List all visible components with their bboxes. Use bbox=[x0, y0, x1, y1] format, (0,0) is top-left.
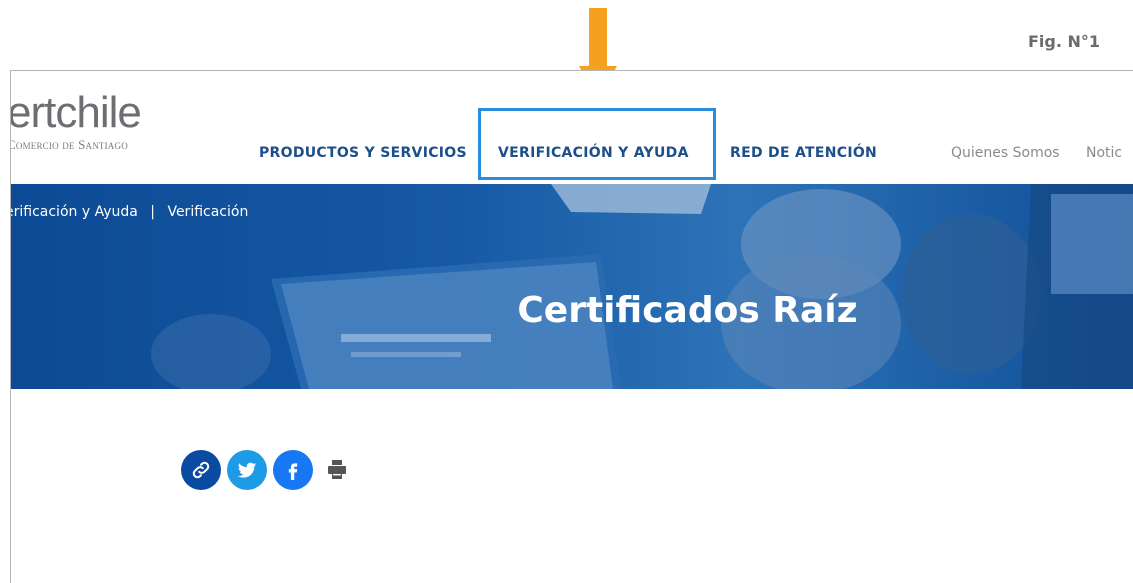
copy-link-button[interactable] bbox=[181, 450, 221, 490]
print-button[interactable] bbox=[319, 450, 355, 490]
site-logo[interactable]: ertchile Comercio de Santiago bbox=[10, 88, 142, 153]
breadcrumb-item-current: Verificación bbox=[167, 204, 249, 220]
website-screenshot: ertchile Comercio de Santiago PRODUCTOS … bbox=[10, 70, 1133, 583]
nav-products[interactable]: PRODUCTOS Y SERVICIOS bbox=[259, 145, 467, 161]
highlight-box bbox=[478, 108, 716, 180]
nav-about[interactable]: Quienes Somos bbox=[951, 145, 1060, 161]
twitter-icon bbox=[237, 462, 257, 478]
breadcrumb-item-help[interactable]: erificación y Ayuda bbox=[11, 204, 138, 220]
nav-news[interactable]: Notic bbox=[1086, 145, 1122, 161]
hero-banner: erificación y Ayuda | Verificación Certi… bbox=[11, 184, 1133, 389]
breadcrumb: erificación y Ayuda | Verificación bbox=[11, 204, 248, 220]
share-toolbar bbox=[181, 450, 361, 490]
facebook-share-button[interactable] bbox=[273, 450, 313, 490]
logo-tagline: Comercio de Santiago bbox=[10, 137, 128, 152]
page-title: Certificados Raíz bbox=[517, 290, 858, 331]
twitter-share-button[interactable] bbox=[227, 450, 267, 490]
figure-label: Fig. N°1 bbox=[1027, 32, 1100, 51]
print-icon bbox=[328, 460, 346, 479]
logo-wordmark: ertchile bbox=[10, 88, 142, 137]
facebook-icon bbox=[288, 463, 298, 480]
link-icon bbox=[192, 461, 210, 479]
breadcrumb-separator: | bbox=[150, 204, 155, 220]
nav-network[interactable]: RED DE ATENCIÓN bbox=[730, 145, 877, 161]
